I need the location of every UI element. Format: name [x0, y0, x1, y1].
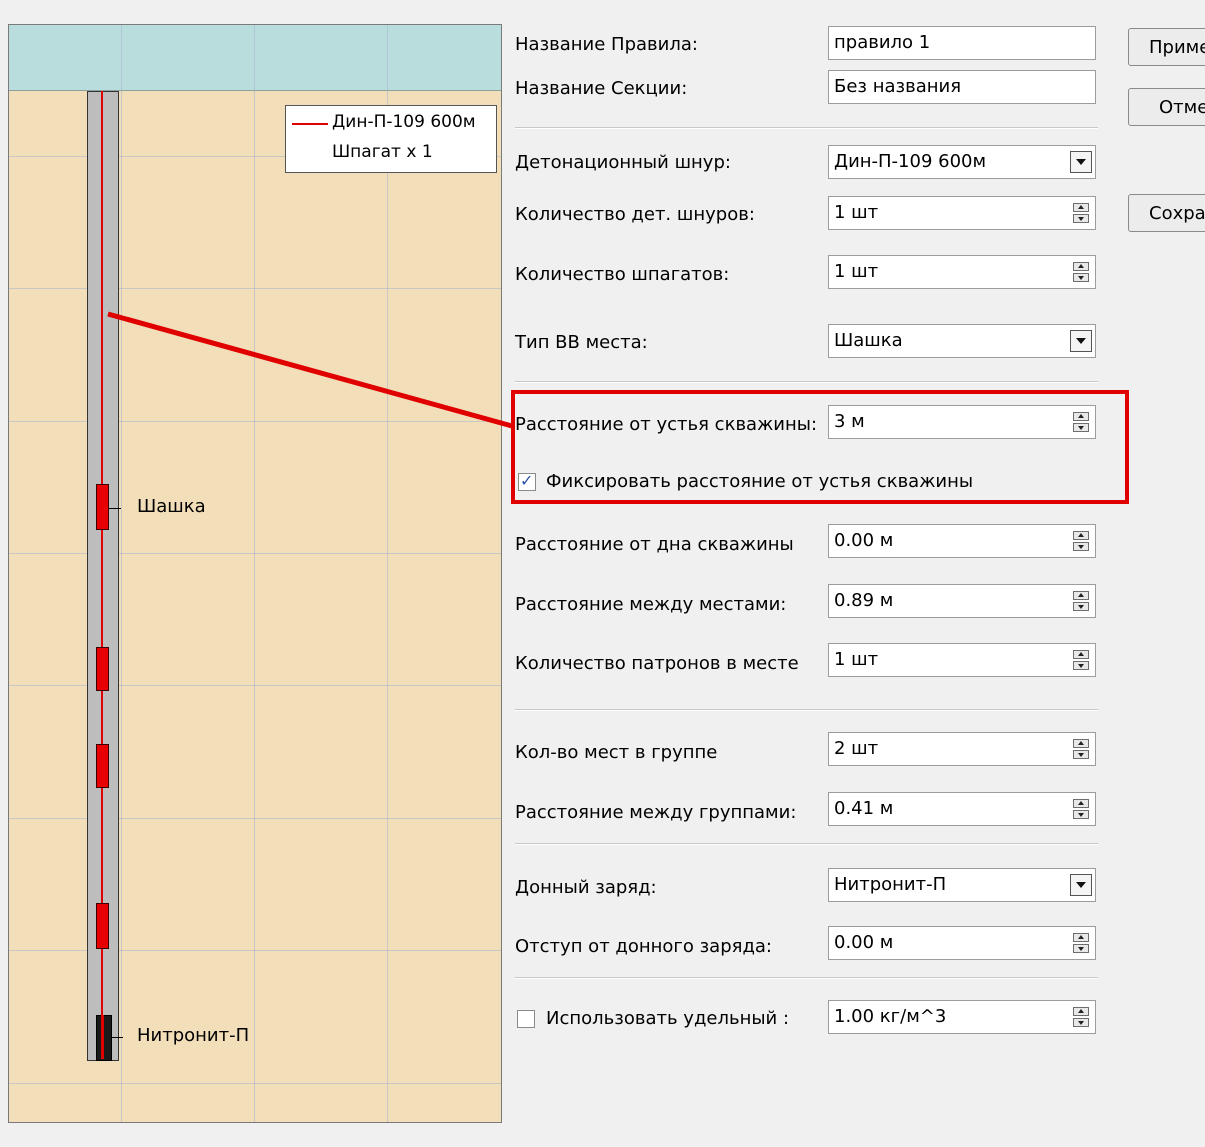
dist-between-places-stepper[interactable]: 0.89 м	[828, 584, 1096, 618]
legend-cord-label: Дин-П-109 600м	[332, 112, 476, 132]
label-tick	[109, 508, 121, 509]
bottom-charge-label: Нитронит-П	[137, 1025, 250, 1046]
explosive-type-dropdown[interactable]: Шашка	[828, 324, 1096, 358]
spinner-icon[interactable]	[1073, 739, 1091, 761]
grid-line	[121, 25, 122, 1122]
bottom-offset-label: Отступ от донного заряда:	[515, 936, 772, 957]
cartridges-label: Количество патронов в месте	[515, 653, 799, 674]
charge-block	[96, 903, 109, 949]
chevron-down-icon[interactable]	[1070, 151, 1092, 173]
section-name-value: Без названия	[834, 76, 962, 97]
grid-line	[9, 950, 501, 951]
save-button-label: Сохра	[1149, 203, 1205, 224]
spinner-icon[interactable]	[1073, 650, 1091, 672]
legend-twine-label: Шпагат x 1	[332, 142, 433, 162]
det-cord-count-label: Количество дет. шнуров:	[515, 204, 755, 225]
bottom-charge-dropdown[interactable]: Нитронит-П	[828, 868, 1096, 902]
label-tick	[111, 1037, 123, 1038]
grid-line	[387, 25, 388, 1122]
twine-count-label: Количество шпагатов:	[515, 264, 730, 285]
use-specific-checkbox[interactable]	[517, 1010, 535, 1028]
charge-block	[96, 484, 109, 530]
dist-between-groups-value: 0.41 м	[834, 798, 894, 819]
separator	[515, 127, 1098, 129]
spinner-icon[interactable]	[1073, 531, 1091, 553]
cartridges-stepper[interactable]: 1 шт	[828, 643, 1096, 677]
dist-from-bottom-stepper[interactable]: 0.00 м	[828, 524, 1096, 558]
apply-button[interactable]: Приме	[1128, 28, 1205, 66]
cancel-button-label: Отме	[1159, 97, 1205, 118]
rule-name-value: правило 1	[834, 32, 931, 53]
grid-line	[9, 685, 501, 686]
dist-between-groups-stepper[interactable]: 0.41 м	[828, 792, 1096, 826]
twine-count-value: 1 шт	[834, 261, 879, 282]
charge-block	[96, 647, 109, 691]
rule-name-input[interactable]: правило 1	[828, 26, 1096, 60]
dist-between-groups-label: Расстояние между группами:	[515, 802, 797, 823]
diagram-surface-band	[9, 25, 501, 91]
grid-line	[9, 421, 501, 422]
grid-line	[9, 1083, 501, 1084]
use-specific-value: 1.00 кг/м^3	[834, 1006, 947, 1027]
highlight-annotation-box	[511, 390, 1129, 504]
dist-from-bottom-label: Расстояние от дна скважины	[515, 534, 794, 555]
bottom-charge-cord	[101, 1015, 104, 1059]
save-button[interactable]: Сохра	[1128, 194, 1205, 232]
apply-button-label: Приме	[1149, 37, 1205, 58]
cord-legend-swatch	[292, 123, 328, 125]
spinner-icon[interactable]	[1073, 591, 1091, 613]
twine-count-stepper[interactable]: 1 шт	[828, 255, 1096, 289]
diagram-legend: Дин-П-109 600м Шпагат x 1	[285, 105, 497, 173]
bottom-offset-value: 0.00 м	[834, 932, 894, 953]
det-cord-count-stepper[interactable]: 1 шт	[828, 196, 1096, 230]
det-cord-dropdown[interactable]: Дин-П-109 600м	[828, 145, 1096, 179]
det-cord-count-value: 1 шт	[834, 202, 879, 223]
charge-label: Шашка	[137, 496, 206, 517]
bottom-offset-stepper[interactable]: 0.00 м	[828, 926, 1096, 960]
explosive-type-value: Шашка	[834, 330, 903, 351]
charge-block	[96, 744, 109, 788]
cartridges-value: 1 шт	[834, 649, 879, 670]
grid-line	[9, 818, 501, 819]
det-cord-value: Дин-П-109 600м	[834, 151, 987, 172]
dist-between-places-value: 0.89 м	[834, 590, 894, 611]
cancel-button[interactable]: Отме	[1128, 88, 1205, 126]
bottom-charge-label: Донный заряд:	[515, 877, 657, 898]
explosive-type-label: Тип ВВ места:	[515, 332, 648, 353]
places-in-group-label: Кол-во мест в группе	[515, 742, 718, 763]
bottom-charge-value: Нитронит-П	[834, 874, 947, 895]
section-name-label: Название Секции:	[515, 78, 688, 99]
spinner-icon[interactable]	[1073, 262, 1091, 284]
grid-line	[254, 25, 255, 1122]
use-specific-stepper[interactable]: 1.00 кг/м^3	[828, 1000, 1096, 1034]
chevron-down-icon[interactable]	[1070, 874, 1092, 896]
separator	[515, 977, 1098, 979]
dist-between-places-label: Расстояние между местами:	[515, 594, 787, 615]
spinner-icon[interactable]	[1073, 1007, 1091, 1029]
grid-line	[9, 288, 501, 289]
borehole-diagram: Шашка Нитронит-П Дин-П-109 600м Шпагат x…	[8, 24, 502, 1123]
grid-line	[9, 553, 501, 554]
section-name-input[interactable]: Без названия	[828, 70, 1096, 104]
chevron-down-icon[interactable]	[1070, 330, 1092, 352]
separator	[515, 709, 1098, 711]
separator	[515, 381, 1098, 383]
places-in-group-value: 2 шт	[834, 738, 879, 759]
spinner-icon[interactable]	[1073, 933, 1091, 955]
separator	[515, 843, 1098, 845]
bottom-charge-block	[96, 1015, 112, 1061]
dist-from-bottom-value: 0.00 м	[834, 530, 894, 551]
places-in-group-stepper[interactable]: 2 шт	[828, 732, 1096, 766]
det-cord-label: Детонационный шнур:	[515, 152, 731, 173]
use-specific-label: Использовать удельный :	[546, 1008, 790, 1029]
spinner-icon[interactable]	[1073, 799, 1091, 821]
rule-name-label: Название Правила:	[515, 34, 698, 55]
spinner-icon[interactable]	[1073, 203, 1091, 225]
